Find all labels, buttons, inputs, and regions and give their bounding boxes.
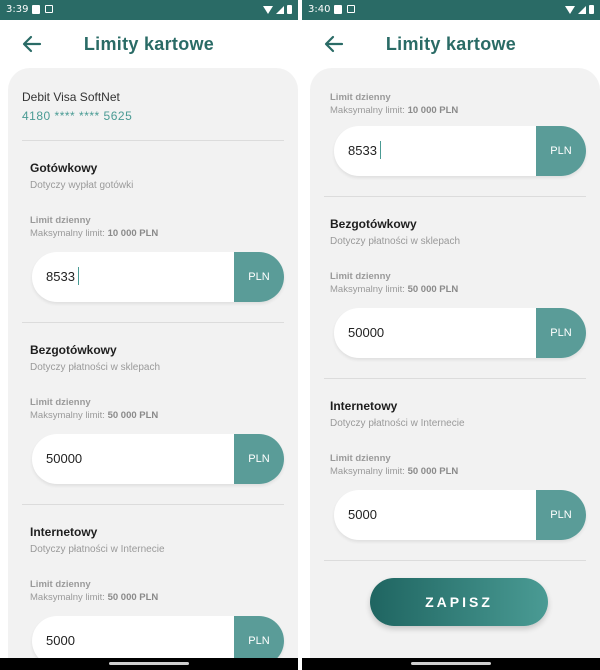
currency-unit: PLN [234, 252, 284, 302]
page-title: Limity kartowe [83, 34, 215, 54]
wifi-icon [263, 5, 273, 14]
app-bar: Limity kartowe [0, 20, 298, 70]
notification-icon [45, 5, 53, 13]
battery-icon [287, 5, 292, 14]
app-bar: Limity kartowe [302, 20, 600, 70]
limit-value[interactable]: 50000 [348, 325, 384, 340]
section-desc: Dotyczy płatności w sklepach [330, 236, 461, 247]
section-title: Internetowy [30, 525, 98, 539]
max-limit: Maksymalny limit: 50 000 PLN [30, 592, 159, 603]
limit-value[interactable]: 5000 [348, 507, 377, 522]
system-nav-bar [302, 658, 600, 670]
save-button[interactable]: ZAPISZ [370, 578, 548, 626]
divider [324, 378, 586, 379]
left-screen: 3:39 Limity kartowe Debit Visa SoftNet 4… [0, 0, 298, 670]
limit-input-internet[interactable]: 5000 PLN [334, 490, 586, 540]
text-cursor [78, 267, 79, 285]
home-indicator[interactable] [109, 662, 189, 665]
divider [324, 196, 586, 197]
notification-icon [334, 5, 342, 14]
text-cursor [380, 141, 381, 159]
status-time: 3:39 [6, 4, 29, 15]
currency-unit: PLN [536, 126, 586, 176]
section-title: Bezgotówkowy [330, 217, 417, 231]
divider [22, 504, 284, 505]
section-desc: Dotyczy płatności w Internecie [30, 544, 165, 555]
limit-input-cash[interactable]: 8533 PLN [32, 252, 284, 302]
max-limit: Maksymalny limit: 10 000 PLN [30, 228, 159, 239]
notification-icon [32, 5, 40, 14]
section-title: Internetowy [330, 399, 398, 413]
home-indicator[interactable] [411, 662, 491, 665]
signal-icon [276, 5, 284, 14]
section-desc: Dotyczy wypłat gotówki [30, 180, 134, 191]
limit-value[interactable]: 50000 [46, 451, 82, 466]
status-bar: 3:40 [302, 0, 600, 20]
card-number: 4180 **** **** 5625 [22, 109, 133, 123]
max-limit: Maksymalny limit: 10 000 PLN [330, 105, 459, 116]
battery-icon [589, 5, 594, 14]
limit-input-cashless[interactable]: 50000 PLN [334, 308, 586, 358]
right-screen: 3:40 Limity kartowe Limit dzienny Maksym… [302, 0, 600, 670]
limit-value[interactable]: 8533 [348, 143, 377, 158]
limit-label: Limit dzienny [30, 397, 91, 408]
limit-value[interactable]: 8533 [46, 269, 75, 284]
page-title: Limity kartowe [385, 34, 517, 54]
max-limit: Maksymalny limit: 50 000 PLN [30, 410, 159, 421]
limit-input-cashless[interactable]: 50000 PLN [32, 434, 284, 484]
system-nav-bar [0, 658, 298, 670]
divider [324, 560, 586, 561]
limit-label: Limit dzienny [30, 579, 91, 590]
section-title: Gotówkowy [30, 161, 98, 175]
limit-value[interactable]: 5000 [46, 633, 75, 648]
currency-unit: PLN [234, 434, 284, 484]
section-desc: Dotyczy płatności w Internecie [330, 418, 465, 429]
card-name: Debit Visa SoftNet [22, 90, 120, 104]
section-title: Bezgotówkowy [30, 343, 117, 357]
section-desc: Dotyczy płatności w sklepach [30, 362, 161, 373]
status-time: 3:40 [308, 4, 331, 15]
content-sheet: Debit Visa SoftNet 4180 **** **** 5625 G… [8, 68, 298, 670]
wifi-icon [565, 5, 575, 14]
divider [22, 140, 284, 141]
limit-label: Limit dzienny [330, 453, 391, 464]
divider [22, 322, 284, 323]
notification-icon [347, 5, 355, 13]
currency-unit: PLN [536, 308, 586, 358]
status-bar: 3:39 [0, 0, 298, 20]
max-limit: Maksymalny limit: 50 000 PLN [330, 284, 459, 295]
signal-icon [578, 5, 586, 14]
limit-label: Limit dzienny [330, 92, 391, 103]
max-limit: Maksymalny limit: 50 000 PLN [330, 466, 459, 477]
limit-label: Limit dzienny [330, 271, 391, 282]
limit-label: Limit dzienny [30, 215, 91, 226]
currency-unit: PLN [536, 490, 586, 540]
limit-input-cash[interactable]: 8533 PLN [334, 126, 586, 176]
